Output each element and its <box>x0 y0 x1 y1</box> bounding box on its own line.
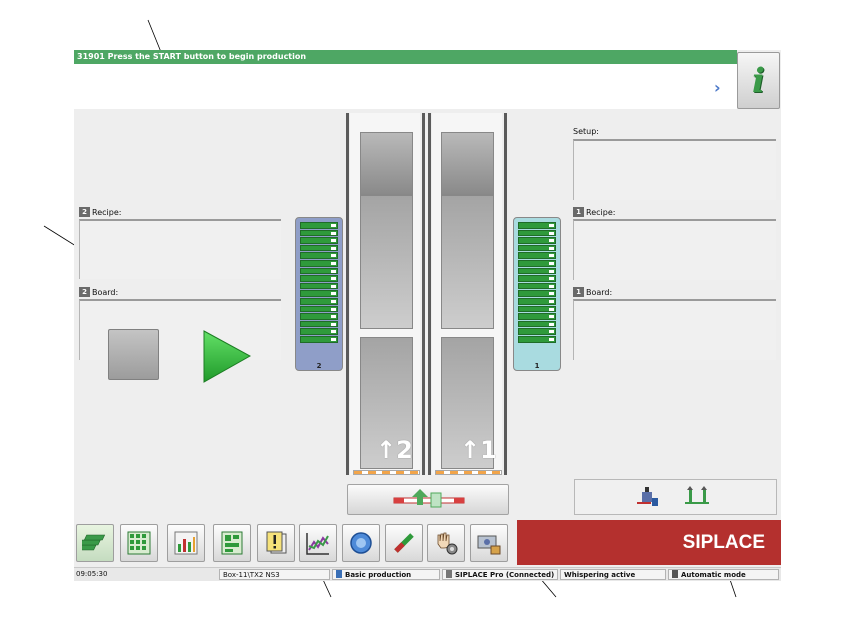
left-board-label-row: 2 Board: <box>79 287 118 297</box>
magazine-number: 1 <box>534 362 540 370</box>
status-station: Box-11\TX2 NS3 <box>219 569 330 580</box>
tool-icon <box>394 533 414 553</box>
grid-icon <box>127 531 151 555</box>
bottom-toolbar <box>74 521 517 565</box>
operator-conveyor-icon <box>637 487 658 506</box>
magazine-lane-1[interactable]: 1 <box>513 217 561 371</box>
lane-2-number: ↑2 <box>376 436 413 464</box>
conveyor-transfer-button[interactable] <box>347 484 509 515</box>
status-software: SIPLACE Pro (Connected) <box>442 569 558 580</box>
right-recipe-label: Recipe: <box>586 207 616 217</box>
maintenance-button[interactable] <box>385 524 423 562</box>
right-recipe-field <box>573 219 776 280</box>
mode-icon <box>672 570 678 578</box>
message-bar: 31901 Press the START button to begin pr… <box>74 50 737 64</box>
setup-label: Setup: <box>573 127 599 136</box>
stop-button[interactable] <box>108 329 159 380</box>
chevron-right-icon[interactable]: › <box>714 80 730 96</box>
left-recipe-label: Recipe: <box>92 207 122 217</box>
conveyor-width-icon <box>685 486 709 504</box>
lane-2-bay-middle <box>360 195 413 329</box>
locked-settings-icon <box>477 535 501 555</box>
conveyor-rail <box>504 113 507 475</box>
left-board-label: Board: <box>92 287 119 297</box>
trend-button[interactable] <box>299 524 337 562</box>
lane-lift-icon: 1 <box>573 207 584 217</box>
setup-field <box>573 139 776 200</box>
setup-label-row: Setup: <box>573 127 599 136</box>
lane-1-bay-top <box>441 132 494 195</box>
info-button[interactable]: i <box>737 52 780 109</box>
conveyor-rail <box>428 113 431 475</box>
conveyor-transfer-icon <box>393 489 465 508</box>
bar-chart-icon <box>174 531 198 555</box>
host-icon <box>446 570 452 578</box>
locked-settings-button[interactable] <box>470 524 508 562</box>
lane-2-bay-top <box>360 132 413 195</box>
right-board-label: Board: <box>586 287 613 297</box>
grid-view-button[interactable] <box>120 524 158 562</box>
status-bar: 09:05:30 Box-11\TX2 NS3 Basic production… <box>74 567 781 581</box>
left-recipe-field <box>79 219 281 279</box>
messages-button[interactable] <box>257 524 295 562</box>
production-icon <box>82 534 106 551</box>
magazine-number: 2 <box>316 362 322 370</box>
status-production-mode: Basic production <box>332 569 440 580</box>
play-icon <box>203 330 251 383</box>
left-recipe-label-row: 2 Recipe: <box>79 207 121 217</box>
lane-1-bay-middle <box>441 195 494 329</box>
statistics-button[interactable] <box>167 524 205 562</box>
lane-lift-icon: 1 <box>573 287 584 297</box>
camera-icon <box>350 532 372 554</box>
right-board-label-row: 1 Board: <box>573 287 612 297</box>
conveyor-rail <box>346 113 349 475</box>
warning-document-icon <box>266 531 287 554</box>
siplace-station-screen: 31901 Press the START button to begin pr… <box>74 50 781 581</box>
lane-lift-icon: 2 <box>79 287 90 297</box>
lane-1-hatch <box>435 470 502 475</box>
start-button[interactable] <box>203 330 251 383</box>
info-icon: i <box>752 60 765 101</box>
status-time: 09:05:30 <box>76 570 108 578</box>
lane-2-hatch <box>353 470 420 475</box>
manual-operation-button[interactable] <box>427 524 465 562</box>
right-board-field <box>573 299 776 360</box>
layout-icon <box>221 531 243 555</box>
lane-lift-icon: 2 <box>79 207 90 217</box>
trend-chart-icon <box>306 533 329 555</box>
siplace-logo: SIPLACE <box>517 520 781 565</box>
lane-1-number: ↑1 <box>460 436 497 464</box>
conveyor-rail <box>422 113 425 475</box>
status-operation-mode: Automatic mode <box>668 569 779 580</box>
transport-status-panel <box>574 479 777 515</box>
magazine-lane-2[interactable]: 2 <box>295 217 343 371</box>
hand-gear-icon <box>437 532 458 555</box>
production-button[interactable] <box>76 524 114 562</box>
right-recipe-label-row: 1 Recipe: <box>573 207 615 217</box>
message-area <box>74 64 737 109</box>
vision-button[interactable] <box>342 524 380 562</box>
layout-button[interactable] <box>213 524 251 562</box>
status-whispering: Whispering active <box>560 569 666 580</box>
user-icon <box>336 570 342 578</box>
